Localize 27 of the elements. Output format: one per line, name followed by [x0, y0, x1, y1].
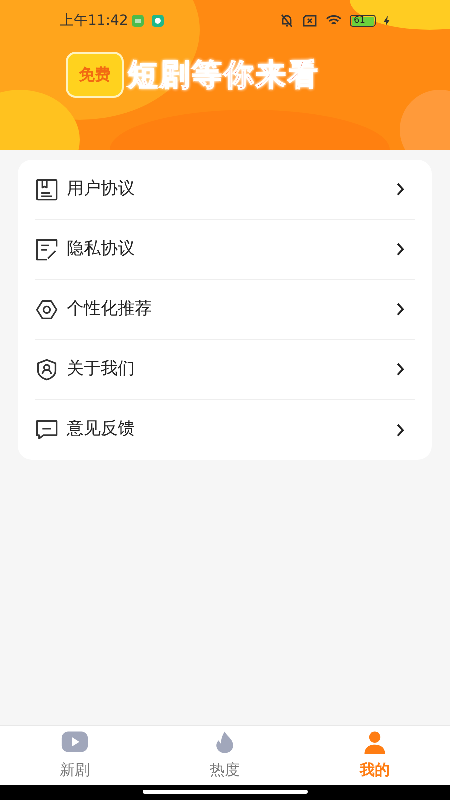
- edit-document-icon: [35, 238, 59, 262]
- shield-user-icon: [35, 358, 59, 382]
- shield-notification-icon: [152, 15, 164, 27]
- menu-item[interactable]: 意见反馈: [67, 417, 397, 443]
- app-notification-icon: [132, 15, 144, 27]
- status-time: 上午11:42: [60, 12, 128, 30]
- tv-logo: 免费: [66, 52, 124, 98]
- tab[interactable]: 新剧: [0, 726, 150, 785]
- wifi-icon: [326, 15, 342, 27]
- sim-error-icon: [302, 15, 318, 27]
- chevron-right-icon[interactable]: [397, 183, 405, 196]
- menu-item[interactable]: 用户协议: [67, 176, 397, 202]
- chevron-right-icon[interactable]: [397, 363, 405, 376]
- chevron-right-icon[interactable]: [397, 424, 405, 436]
- menu-item[interactable]: 个性化推荐: [67, 296, 397, 322]
- gear-icon: [35, 298, 59, 322]
- document-icon: [35, 178, 59, 202]
- chat-icon: [35, 418, 59, 442]
- chevron-right-icon[interactable]: [397, 243, 405, 256]
- menu-item[interactable]: 隐私协议: [67, 236, 397, 262]
- slogan: 短剧等你来看: [128, 56, 320, 94]
- battery-icon: 61: [350, 15, 376, 27]
- chevron-right-icon[interactable]: [397, 303, 405, 316]
- bell-muted-icon: [280, 14, 294, 28]
- tab[interactable]: 热度: [150, 726, 300, 785]
- charging-icon: [384, 16, 390, 26]
- menu-item[interactable]: 关于我们: [67, 356, 397, 382]
